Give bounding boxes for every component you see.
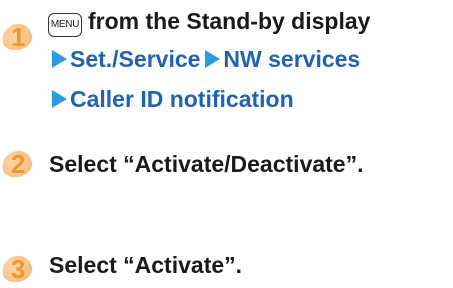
triangle-right-icon (52, 50, 67, 68)
nav-item-nw-services: NW services (223, 46, 361, 72)
nav-item-set-service: Set./Service (70, 46, 201, 72)
step-number: 2 (11, 149, 26, 179)
nav-item-caller-id: Caller ID notification (70, 86, 294, 112)
step-3-text: Select “Activate”. (49, 252, 243, 278)
step-number: 3 (11, 254, 26, 284)
triangle-right-icon (205, 50, 221, 68)
step-number: 1 (11, 22, 26, 52)
step-2-text: Select “Activate/Deactivate”. (49, 151, 364, 177)
triangle-right-icon (52, 90, 67, 108)
step-1-line-2: Set./Service NW services (52, 45, 360, 73)
menu-key-icon: MENU (48, 13, 82, 37)
step-1-line-3: Caller ID notification (52, 85, 294, 113)
step-number-badge: 1 (0, 21, 36, 56)
step-number-badge: 2 (0, 148, 36, 183)
step-number-badge: 3 (0, 253, 36, 288)
step-1-instruction: from the Stand-by display (88, 8, 371, 34)
step-1-line-1: MENU from the Stand-by display (48, 7, 370, 37)
